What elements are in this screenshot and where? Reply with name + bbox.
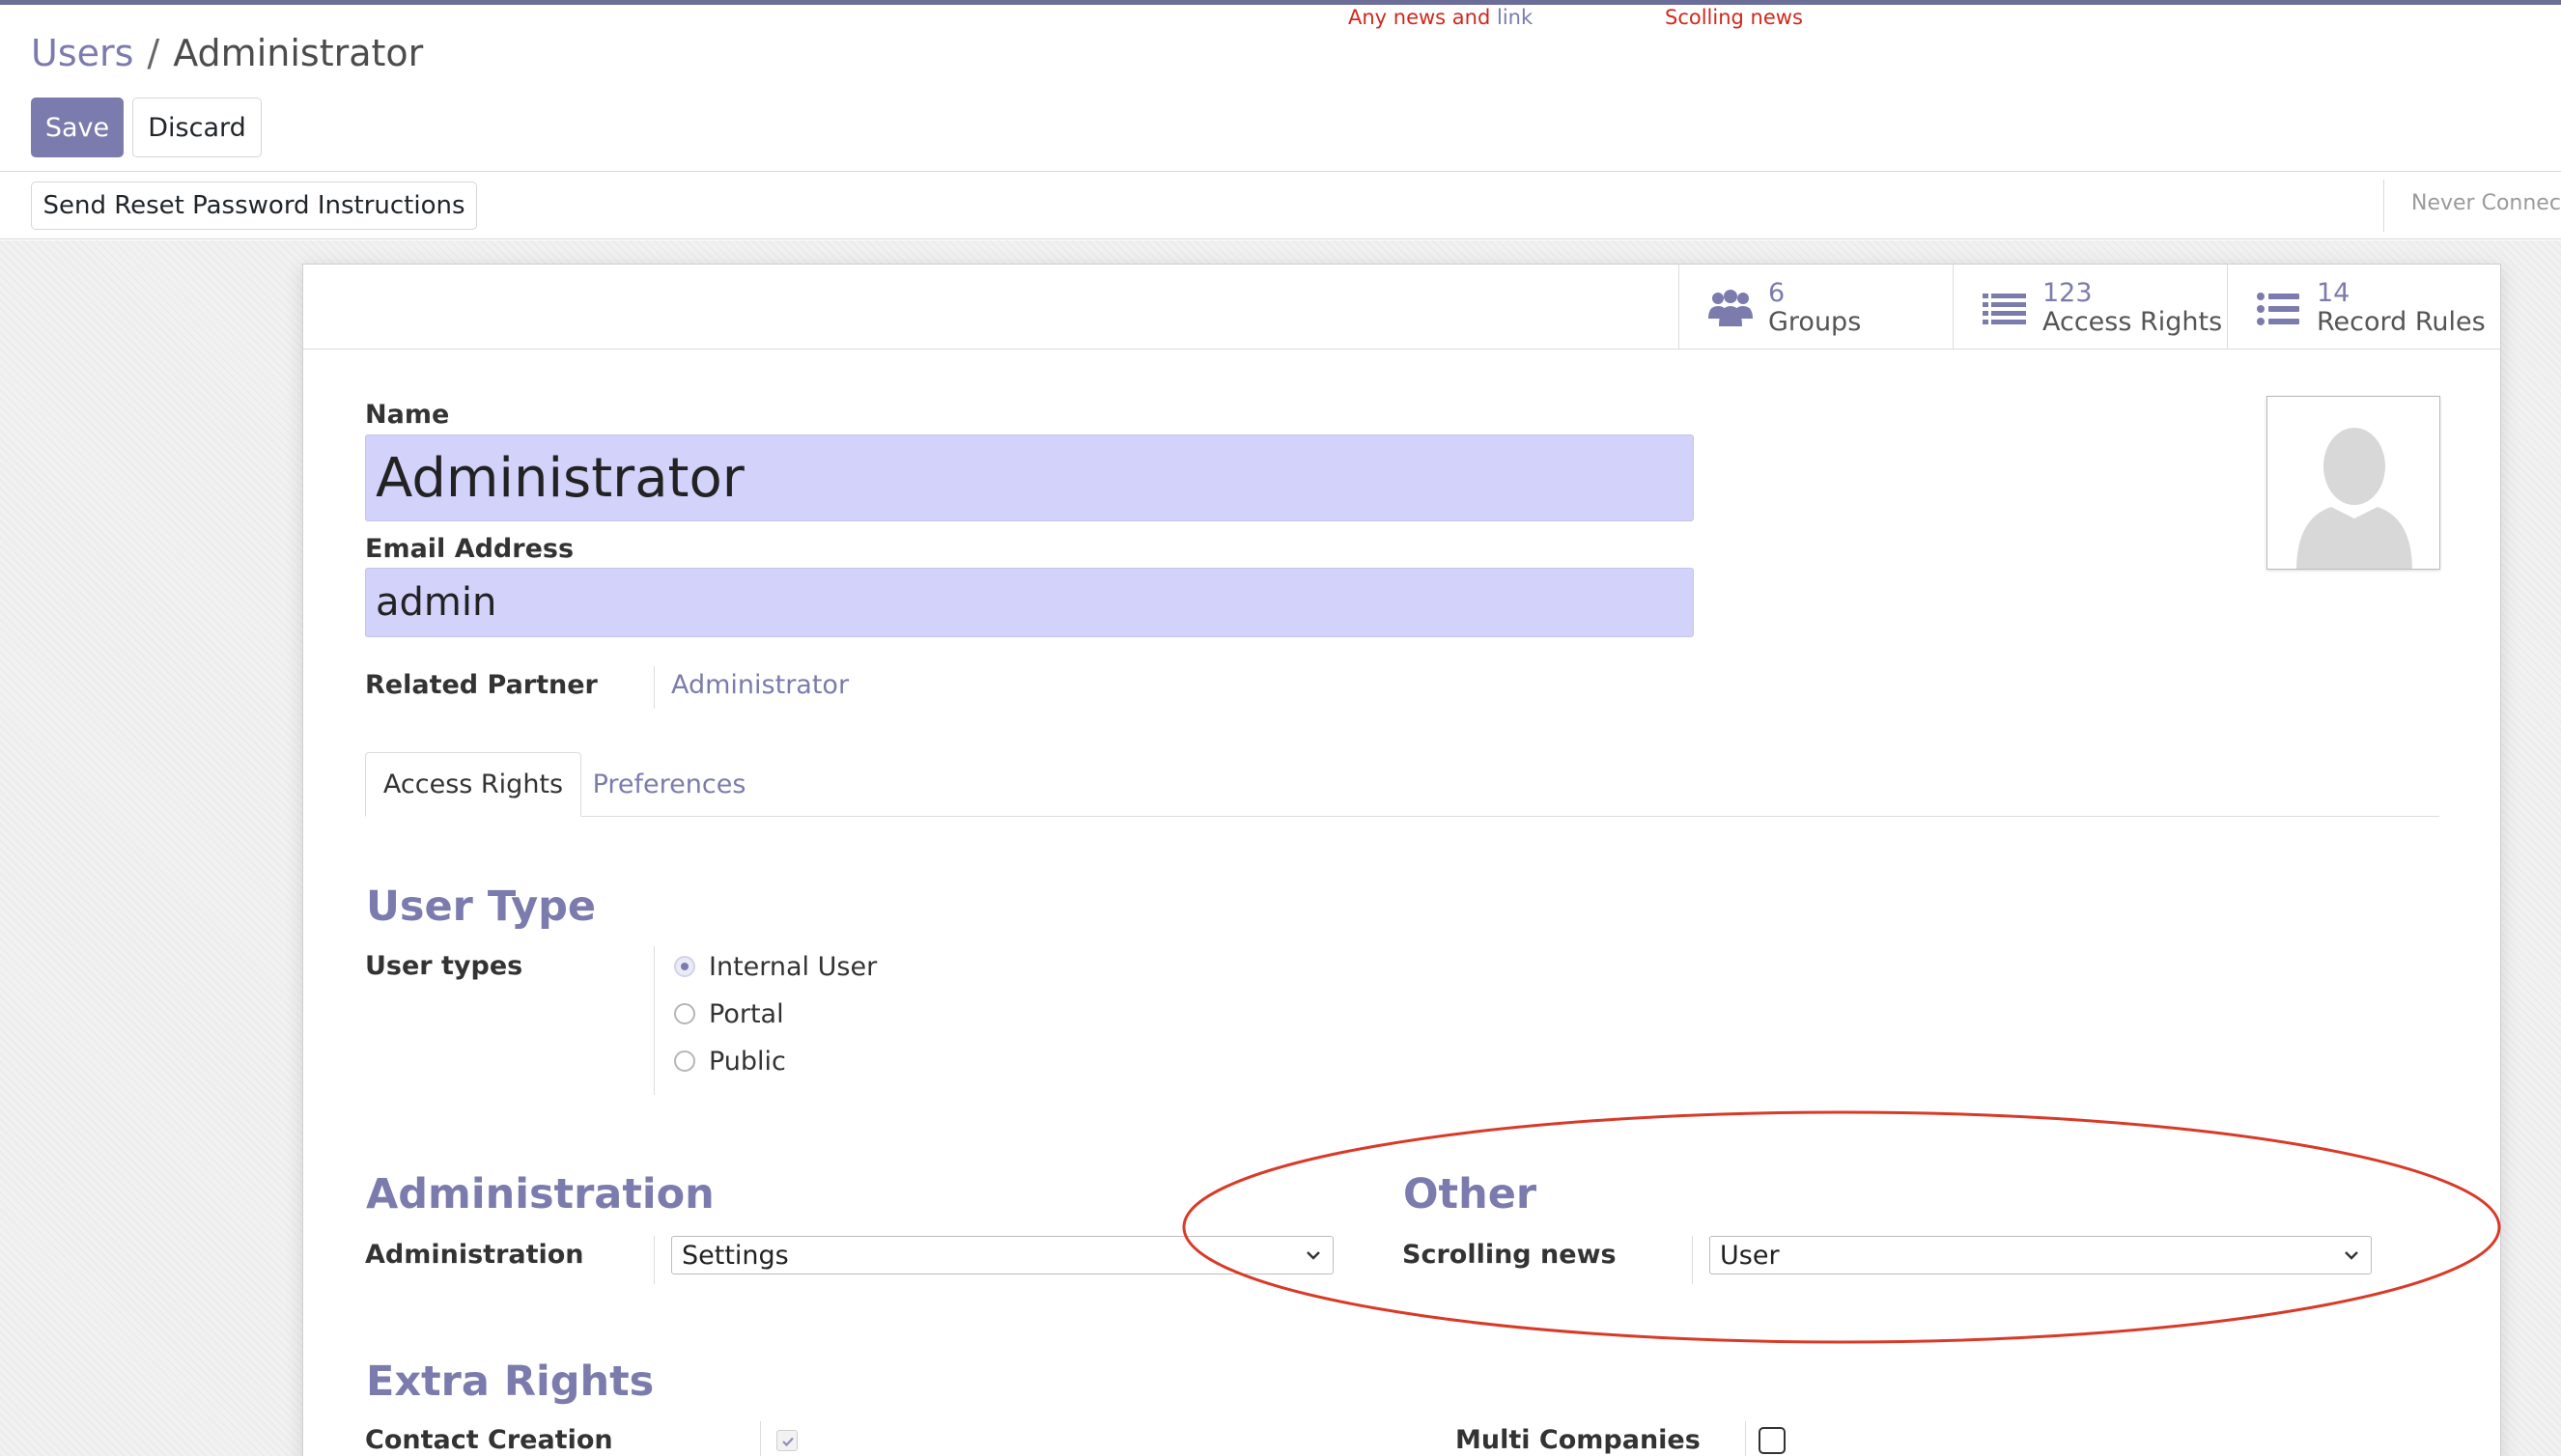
administration-divider	[654, 1236, 655, 1284]
contact-creation-checkbox[interactable]	[776, 1430, 798, 1451]
scrolling-news-text: Scolling news	[1665, 6, 1803, 29]
groups-label: Groups	[1768, 307, 1862, 337]
radio-public[interactable]: Public	[674, 1044, 786, 1078]
related-partner-divider	[654, 666, 655, 709]
scrolling-news-select-value: User	[1720, 1240, 1780, 1271]
smart-button-box: 6 Groups 123 Access Rights 14 Record Rul…	[303, 265, 2500, 350]
news-banner: Any news and link	[1348, 6, 1533, 29]
related-partner-link[interactable]: Administrator	[671, 670, 849, 700]
name-input[interactable]: Administrator	[365, 434, 1694, 521]
email-label: Email Address	[365, 534, 575, 564]
related-partner-label: Related Partner	[365, 670, 598, 700]
user-type-title: User Type	[366, 882, 597, 931]
groups-smart-button[interactable]: 6 Groups	[1678, 265, 1953, 349]
scrolling-news-select[interactable]: User	[1709, 1236, 2372, 1274]
list-bullets-icon	[2257, 293, 2299, 325]
scrolling-news-divider	[1692, 1236, 1693, 1284]
checkmark-icon	[782, 1437, 794, 1447]
contact-creation-label: Contact Creation	[365, 1425, 613, 1455]
extra-rights-title: Extra Rights	[366, 1358, 655, 1406]
status-divider	[2383, 180, 2384, 232]
users-icon	[1708, 290, 1753, 326]
access-rights-count: 123	[2042, 278, 2093, 308]
record-rules-label: Record Rules	[2317, 307, 2486, 337]
radio-label: Public	[709, 1046, 786, 1077]
radio-button[interactable]	[674, 1003, 695, 1024]
user-types-divider	[654, 946, 655, 1095]
multi-companies-divider	[1745, 1421, 1746, 1456]
chevron-down-icon	[1307, 1251, 1320, 1260]
breadcrumb-current: Administrator	[173, 32, 424, 74]
record-rules-count: 14	[2317, 278, 2350, 308]
email-input[interactable]: admin	[365, 568, 1694, 637]
form-sheet: 6 Groups 123 Access Rights 14 Record Rul…	[302, 264, 2501, 1456]
administration-select-value: Settings	[682, 1240, 789, 1271]
avatar[interactable]	[2266, 396, 2440, 570]
multi-companies-checkbox[interactable]	[1759, 1427, 1786, 1454]
contact-creation-divider	[760, 1421, 761, 1456]
news-banner-text: Any news and	[1348, 6, 1491, 29]
tab-access-rights[interactable]: Access Rights	[365, 752, 581, 817]
user-types-label: User types	[365, 951, 523, 981]
scrolling-news-label: Scrolling news	[1402, 1240, 1617, 1270]
access-rights-label: Access Rights	[2042, 307, 2223, 337]
administration-title: Administration	[366, 1170, 715, 1218]
record-rules-smart-button[interactable]: 14 Record Rules	[2227, 265, 2500, 349]
administration-select[interactable]: Settings	[671, 1236, 1334, 1274]
multi-companies-label: Multi Companies	[1455, 1425, 1701, 1455]
radio-button[interactable]	[674, 1050, 695, 1072]
administration-label: Administration	[365, 1240, 584, 1270]
radio-internal-user[interactable]: Internal User	[674, 949, 877, 984]
tab-preferences[interactable]: Preferences	[587, 752, 751, 817]
connection-status: Never Connec	[2411, 191, 2561, 215]
radio-button[interactable]	[674, 956, 695, 977]
notebook-tabs: Access Rights Preferences	[365, 752, 2439, 817]
send-reset-password-button[interactable]: Send Reset Password Instructions	[31, 182, 477, 230]
radio-label: Portal	[709, 998, 784, 1029]
control-panel: Users / Administrator Save Discard	[0, 5, 2561, 171]
news-banner-link[interactable]: link	[1497, 6, 1533, 29]
list-icon	[1983, 294, 2026, 324]
groups-count: 6	[1768, 278, 1786, 308]
other-title: Other	[1403, 1170, 1537, 1218]
radio-portal[interactable]: Portal	[674, 996, 784, 1031]
name-label: Name	[365, 400, 450, 430]
breadcrumb: Users / Administrator	[31, 32, 423, 74]
breadcrumb-separator: /	[147, 32, 160, 74]
radio-label: Internal User	[709, 951, 878, 982]
discard-button[interactable]: Discard	[132, 98, 262, 157]
chevron-down-icon	[2345, 1251, 2358, 1260]
access-rights-smart-button[interactable]: 123 Access Rights	[1953, 265, 2227, 349]
user-placeholder-icon	[2267, 397, 2439, 569]
breadcrumb-users-link[interactable]: Users	[31, 32, 133, 74]
status-bar: Send Reset Password Instructions Never C…	[0, 171, 2561, 239]
save-button[interactable]: Save	[31, 98, 124, 157]
